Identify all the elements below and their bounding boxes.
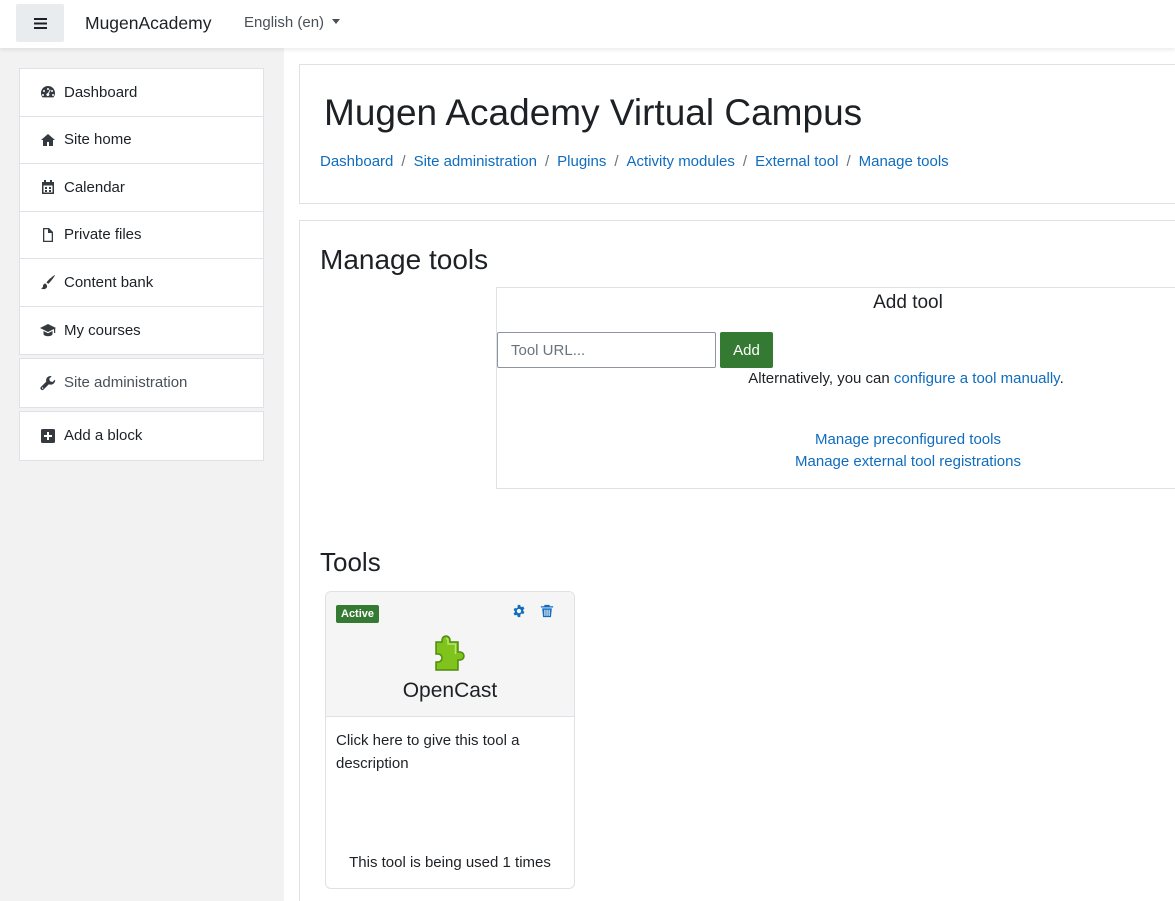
main-nav-group: Dashboard Site home Calendar Private fil…	[19, 68, 264, 355]
breadcrumb-separator: /	[544, 153, 550, 170]
nav-item-label: Dashboard	[64, 83, 138, 101]
breadcrumb-separator: /	[742, 153, 748, 170]
add-tool-button[interactable]: Add	[720, 332, 773, 368]
add-tool-panel: Add tool Add Alternatively, you can conf…	[496, 287, 1175, 489]
home-icon	[40, 132, 56, 148]
content-region: Manage tools Add tool Add Alternatively,…	[299, 220, 1175, 901]
breadcrumb-separator: /	[401, 153, 406, 170]
configure-manually-link[interactable]: configure a tool manually	[894, 370, 1060, 387]
breadcrumb-activity-modules[interactable]: Activity modules	[627, 153, 735, 170]
drawer-toggle-button[interactable]	[16, 4, 64, 42]
nav-item-dashboard[interactable]: Dashboard	[20, 69, 263, 117]
tool-settings-button[interactable]	[512, 604, 526, 622]
nav-item-private-files[interactable]: Private files	[20, 212, 263, 259]
tool-url-input[interactable]	[497, 332, 716, 368]
tool-delete-button[interactable]	[540, 604, 554, 622]
plus-square-icon	[40, 428, 56, 444]
caret-down-icon	[332, 19, 341, 24]
nav-item-site-administration[interactable]: Site administration	[20, 359, 263, 407]
tools-heading: Tools	[320, 547, 381, 577]
add-block-group: Add a block	[19, 411, 264, 461]
site-brand-link[interactable]: MugenAcademy	[85, 13, 211, 34]
nav-item-label: Site home	[64, 131, 132, 149]
nav-item-label: Calendar	[64, 178, 125, 196]
breadcrumb-external-tool[interactable]: External tool	[755, 153, 838, 170]
alternative-text: Alternatively, you can configure a tool …	[497, 370, 1175, 387]
breadcrumb-separator: /	[846, 153, 851, 170]
breadcrumb-dashboard[interactable]: Dashboard	[320, 153, 393, 170]
language-menu[interactable]: English (en)	[244, 14, 341, 31]
manage-links: Manage preconfigured tools Manage extern…	[497, 429, 1175, 473]
add-block-button[interactable]: Add a block	[20, 412, 263, 460]
nav-item-content-bank[interactable]: Content bank	[20, 259, 263, 307]
language-label: English (en)	[244, 14, 325, 31]
status-badge: Active	[336, 605, 380, 623]
page-header: Mugen Academy Virtual Campus Dashboard / S…	[299, 64, 1175, 204]
site-title: Mugen Academy Virtual Campus	[324, 92, 863, 133]
add-tool-title: Add tool	[873, 292, 943, 313]
breadcrumb-separator: /	[614, 153, 619, 170]
tool-card-header: Active OpenCast	[326, 592, 574, 717]
nav-item-site-home[interactable]: Site home	[20, 117, 263, 164]
top-navbar: MugenAcademy English (en)	[0, 0, 1175, 48]
nav-item-label: Site administration	[64, 374, 188, 392]
nav-item-my-courses[interactable]: My courses	[20, 307, 263, 355]
tool-card: Active OpenCast Click here to give this …	[325, 591, 575, 889]
wrench-icon	[40, 375, 56, 391]
tool-name: OpenCast	[402, 679, 498, 702]
nav-item-label: Private files	[64, 226, 142, 244]
alternative-suffix: .	[1059, 370, 1064, 387]
manage-external-tool-registrations-link[interactable]: Manage external tool registrations	[795, 453, 1021, 470]
breadcrumb: Dashboard / Site administration / Plugins / Ac…	[320, 153, 949, 170]
breadcrumb-site-administration[interactable]: Site administration	[414, 153, 537, 170]
manage-preconfigured-tools-link[interactable]: Manage preconfigured tools	[815, 431, 1001, 448]
breadcrumb-plugins[interactable]: Plugins	[557, 153, 606, 170]
main-region: Mugen Academy Virtual Campus Dashboard / S…	[284, 48, 1175, 901]
nav-item-label: Content bank	[64, 273, 154, 291]
admin-nav-group: Site administration	[19, 358, 264, 408]
calendar-icon	[40, 179, 56, 195]
nav-drawer: Dashboard Site home Calendar Private fil…	[0, 48, 284, 901]
dashboard-icon	[40, 84, 56, 100]
alternative-prefix: Alternatively, you can	[748, 370, 894, 387]
trash-icon	[540, 604, 554, 618]
graduation-cap-icon	[40, 322, 56, 338]
tool-usage-count: This tool is being used 1 times	[349, 854, 551, 871]
nav-item-label: Add a block	[64, 427, 143, 445]
tool-description[interactable]: Click here to give this tool a descripti…	[336, 729, 556, 775]
nav-item-label: My courses	[64, 321, 141, 339]
nav-item-calendar[interactable]: Calendar	[20, 164, 263, 212]
gear-icon	[513, 604, 525, 618]
hamburger-icon	[33, 17, 47, 29]
file-icon	[40, 227, 56, 243]
paint-brush-icon	[40, 274, 56, 290]
page-heading: Manage tools	[320, 244, 489, 275]
tool-actions	[512, 604, 554, 622]
breadcrumb-manage-tools[interactable]: Manage tools	[859, 153, 949, 170]
puzzle-piece-icon	[435, 635, 465, 671]
